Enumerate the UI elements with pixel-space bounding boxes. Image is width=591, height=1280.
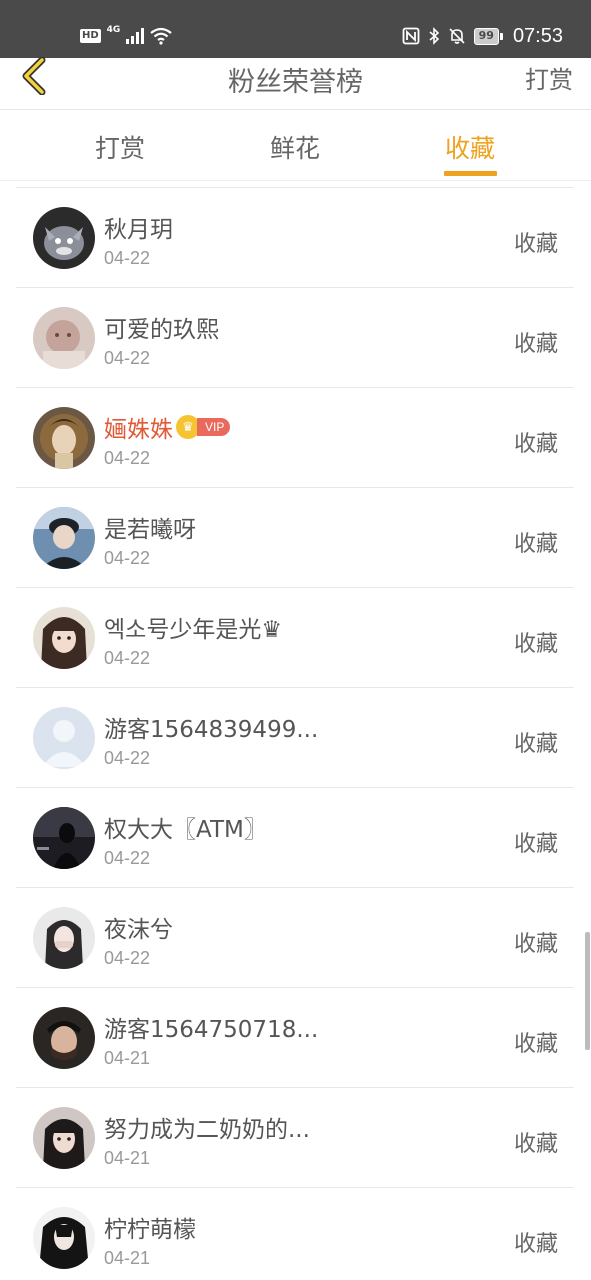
vip-badge: ♛ VIP: [176, 415, 231, 439]
avatar: [33, 907, 95, 969]
avatar: [33, 807, 95, 869]
avatar: [33, 407, 95, 469]
date: 04-21: [104, 1248, 151, 1268]
avatar: [33, 1107, 95, 1169]
list-item[interactable]: 可爱的玖熙 04-22 收藏: [16, 288, 574, 388]
user-name: 是若曦呀: [104, 517, 196, 543]
hd-indicator: HD: [80, 29, 101, 43]
date: 04-22: [104, 548, 151, 568]
avatar: [33, 707, 95, 769]
tab-reward[interactable]: 打赏: [95, 129, 145, 165]
list-item[interactable]: 权大大〖ATM〗 04-22 收藏: [16, 788, 574, 888]
date: 04-22: [104, 648, 151, 668]
user-name: 可爱的玖熙: [104, 317, 219, 343]
date: 04-22: [104, 448, 151, 468]
date: 04-21: [104, 1048, 151, 1068]
bluetooth-icon: [429, 27, 439, 45]
action-label: 收藏: [513, 232, 558, 257]
status-bar: HD 4G 99 07:53: [0, 0, 591, 58]
tab-favorites[interactable]: 收藏: [445, 129, 495, 165]
fan-list: 秋月玥 04-22 收藏 可爱的玖熙 04-22 收藏 婳姝姝 ♛ VIP 04…: [16, 187, 574, 1280]
wifi-icon: [150, 27, 173, 45]
action-label: 收藏: [513, 832, 558, 857]
user-name-text: 婳姝姝: [104, 417, 173, 443]
date: 04-22: [104, 248, 151, 268]
status-left: HD 4G: [80, 24, 173, 48]
app-header: 粉丝荣誉榜 打赏: [0, 57, 591, 110]
user-name: 权大大〖ATM〗: [104, 817, 267, 843]
date: 04-22: [104, 748, 151, 768]
list-item[interactable]: 秋月玥 04-22 收藏: [16, 188, 574, 288]
vip-label: VIP: [197, 418, 231, 436]
action-label: 收藏: [513, 632, 558, 657]
user-name: 夜沫兮: [104, 917, 173, 943]
list-item[interactable]: 婳姝姝 ♛ VIP 04-22 收藏: [16, 388, 574, 488]
user-name: 游客1564750718...: [104, 1017, 319, 1043]
network-type: 4G: [106, 25, 121, 35]
action-label: 收藏: [513, 432, 558, 457]
action-label: 收藏: [513, 1132, 558, 1157]
user-name: 엑소号少年是光♛: [104, 617, 282, 643]
list-item[interactable]: 夜沫兮 04-22 收藏: [16, 888, 574, 988]
action-label: 收藏: [513, 732, 558, 757]
list-item[interactable]: 努力成为二奶奶的... 04-21 收藏: [16, 1088, 574, 1188]
list-item[interactable]: 柠柠萌檬 04-21 收藏: [16, 1188, 574, 1280]
tab-bar: 打赏 鲜花 收藏: [0, 111, 591, 181]
tab-flowers[interactable]: 鲜花: [270, 129, 320, 165]
list-item[interactable]: 是若曦呀 04-22 收藏: [16, 488, 574, 588]
page-title: 粉丝荣誉榜: [228, 67, 363, 98]
date: 04-22: [104, 948, 151, 968]
avatar: [33, 507, 95, 569]
avatar: [33, 1007, 95, 1069]
user-name: 努力成为二奶奶的...: [104, 1117, 310, 1143]
action-label: 收藏: [513, 1032, 558, 1057]
mute-bell-icon: [449, 28, 465, 44]
active-tab-indicator: [444, 171, 497, 176]
avatar: [33, 1207, 95, 1269]
user-name: 秋月玥: [104, 217, 173, 243]
battery-icon: 99: [473, 27, 504, 45]
signal-icon: [126, 28, 145, 44]
avatar: [33, 607, 95, 669]
user-name: 柠柠萌檬: [104, 1217, 196, 1243]
reward-button[interactable]: 打赏: [525, 60, 573, 95]
status-right: 99 07:53: [402, 24, 563, 48]
list-item[interactable]: 엑소号少年是光♛ 04-22 收藏: [16, 588, 574, 688]
avatar: [33, 207, 95, 269]
action-label: 收藏: [513, 1232, 558, 1257]
action-label: 收藏: [513, 932, 558, 957]
user-name: 游客1564839499...: [104, 717, 319, 743]
user-name: 婳姝姝 ♛ VIP: [104, 410, 231, 444]
list-item[interactable]: 游客1564839499... 04-22 收藏: [16, 688, 574, 788]
date: 04-22: [104, 348, 151, 368]
date: 04-22: [104, 848, 151, 868]
clock: 07:53: [512, 24, 563, 47]
action-label: 收藏: [513, 332, 558, 357]
avatar: [33, 307, 95, 369]
date: 04-21: [104, 1148, 151, 1168]
scrollbar[interactable]: [585, 932, 590, 1050]
action-label: 收藏: [513, 532, 558, 557]
list-item[interactable]: 游客1564750718... 04-21 收藏: [16, 988, 574, 1088]
nfc-icon: [402, 27, 420, 45]
